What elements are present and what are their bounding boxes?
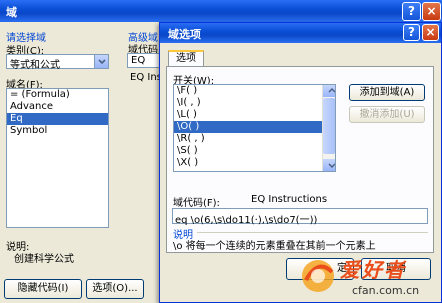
front-dialog-title: 域选项	[168, 28, 201, 41]
back-field-code-input[interactable]: EQ	[127, 53, 162, 68]
field-code-desc: EQ Instructions	[251, 194, 328, 205]
scroll-thumb[interactable]	[323, 98, 335, 154]
options-button[interactable]: 选项(O)...	[86, 279, 144, 299]
list-item[interactable]: Eq	[7, 113, 108, 125]
category-value: 等式和公式	[10, 60, 60, 71]
add-to-field-button[interactable]: 添加到域(A)	[349, 84, 425, 101]
chevron-down-icon[interactable]	[94, 55, 108, 68]
field-code-value: eq \o(6,\s\do11(·),\s\do7(一))	[175, 215, 318, 226]
list-item[interactable]: \I( , )	[174, 97, 335, 109]
list-item[interactable]: Advance	[7, 101, 108, 113]
back-dialog-title: 域	[6, 6, 17, 19]
switches-list[interactable]: \F( ) \I( , ) \L( ) \O( ) \R( , ) \S( ) …	[173, 84, 336, 172]
switches-scrollbar[interactable]	[322, 85, 335, 171]
watermark-site: cfan.com.cn	[352, 284, 420, 297]
front-close-button[interactable]: ×	[422, 24, 439, 41]
back-dialog-titlebar: 域	[0, 0, 442, 22]
hide-codes-label: 隐藏代码(I)	[17, 283, 69, 294]
field-code-label: 域代码(F):	[173, 198, 220, 209]
add-to-field-label: 添加到域(A)	[359, 87, 415, 98]
scroll-down-icon[interactable]	[323, 159, 335, 171]
list-item[interactable]: Symbol	[7, 125, 108, 137]
hide-codes-button[interactable]: 隐藏代码(I)	[4, 279, 82, 299]
list-item[interactable]: \L( )	[174, 109, 335, 121]
category-dropdown[interactable]: 等式和公式	[6, 54, 109, 71]
tab-panel: 开关(W): \F( ) \I( , ) \L( ) \O( ) \R( , )…	[166, 66, 434, 253]
description-divider	[197, 232, 428, 233]
undo-add-button[interactable]: 撤消添加(U)	[349, 106, 425, 123]
watermark: 爱好者 cfan.com.cn	[296, 250, 442, 303]
scroll-up-icon[interactable]	[323, 85, 335, 97]
front-dialog-titlebar: 域选项 ? ×	[160, 23, 441, 43]
list-item[interactable]: \R( , )	[174, 133, 335, 145]
undo-add-label: 撤消添加(U)	[359, 109, 415, 120]
field-names-list[interactable]: = (Formula) Advance Eq Symbol	[6, 88, 109, 228]
front-help-button[interactable]: ?	[403, 24, 420, 41]
tab-options-label: 选项	[176, 53, 196, 64]
watermark-logo-icon	[302, 260, 334, 292]
list-item[interactable]: \F( )	[174, 85, 335, 97]
description-text: 创建科学公式	[14, 254, 74, 265]
list-item[interactable]: \S( )	[174, 145, 335, 157]
options-label: 选项(O)...	[92, 283, 138, 294]
watermark-brand: 爱好者	[340, 258, 406, 282]
list-item[interactable]: \O( )	[174, 121, 335, 133]
back-field-code-value: EQ	[131, 55, 146, 66]
list-item[interactable]: \X( )	[174, 157, 335, 169]
back-close-button[interactable]: ×	[422, 2, 441, 21]
tab-options[interactable]: 选项	[168, 50, 204, 67]
field-code-input[interactable]: eq \o(6,\s\do11(·),\s\do7(一))	[172, 208, 428, 226]
back-help-button[interactable]: ?	[402, 2, 421, 21]
list-item[interactable]: = (Formula)	[7, 89, 108, 101]
